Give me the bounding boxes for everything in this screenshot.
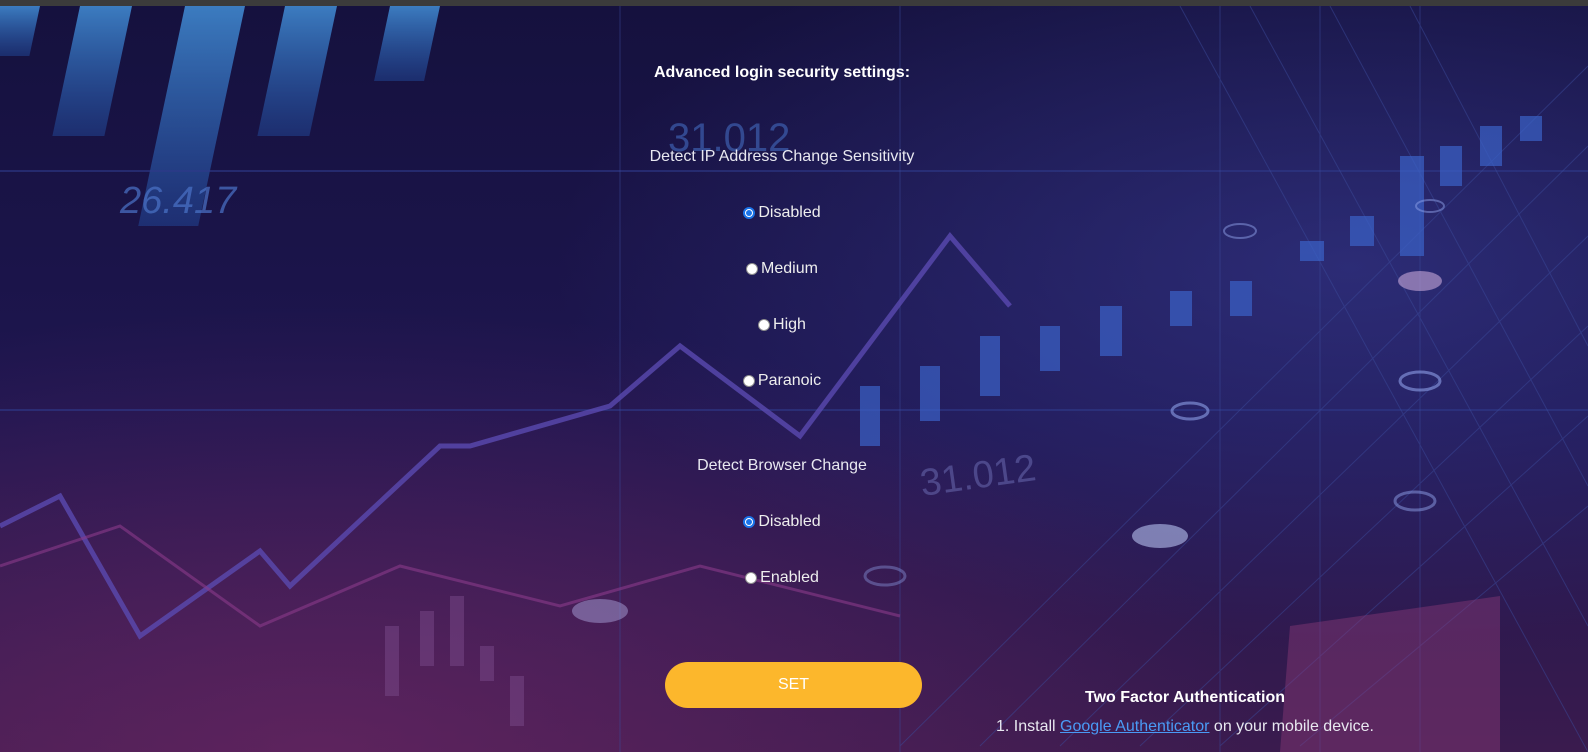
- radio-button[interactable]: [758, 319, 771, 331]
- ip-option-paranoic[interactable]: Paranoic: [532, 372, 1032, 390]
- ip-option-label: Paranoic: [757, 372, 822, 389]
- browser-option-label: Disabled: [758, 513, 821, 530]
- step-text: 1. Install: [996, 718, 1061, 735]
- ip-sensitivity-title: Detect IP Address Change Sensitivity: [649, 148, 915, 165]
- background-number: 31.012: [917, 447, 1039, 505]
- radio-button[interactable]: [743, 516, 756, 528]
- ip-option-label: High: [773, 316, 806, 333]
- browser-option-enabled[interactable]: Enabled: [532, 569, 1032, 587]
- radio-button[interactable]: [742, 375, 755, 387]
- browser-change-title: Detect Browser Change: [697, 457, 867, 474]
- radio-button[interactable]: [745, 572, 758, 584]
- radio-button[interactable]: [746, 263, 759, 275]
- ip-option-label: Medium: [761, 260, 818, 277]
- page-heading: Advanced login security settings:: [653, 64, 911, 81]
- google-authenticator-link[interactable]: Google Authenticator: [1060, 718, 1209, 735]
- two-factor-step-1: 1. Install Google Authenticator on your …: [935, 718, 1435, 736]
- step-text: on your mobile device.: [1209, 718, 1374, 735]
- set-button[interactable]: SET: [665, 662, 922, 708]
- radio-button[interactable]: [743, 207, 756, 219]
- ip-option-high[interactable]: High: [532, 316, 1032, 334]
- ip-option-medium[interactable]: Medium: [532, 260, 1032, 278]
- ip-option-disabled[interactable]: Disabled: [532, 204, 1032, 222]
- ip-option-label: Disabled: [758, 204, 821, 221]
- browser-option-label: Enabled: [760, 569, 819, 586]
- two-factor-title: Two Factor Authentication: [1085, 689, 1285, 706]
- browser-option-disabled[interactable]: Disabled: [532, 513, 1032, 531]
- background-number: 26.417: [120, 180, 237, 222]
